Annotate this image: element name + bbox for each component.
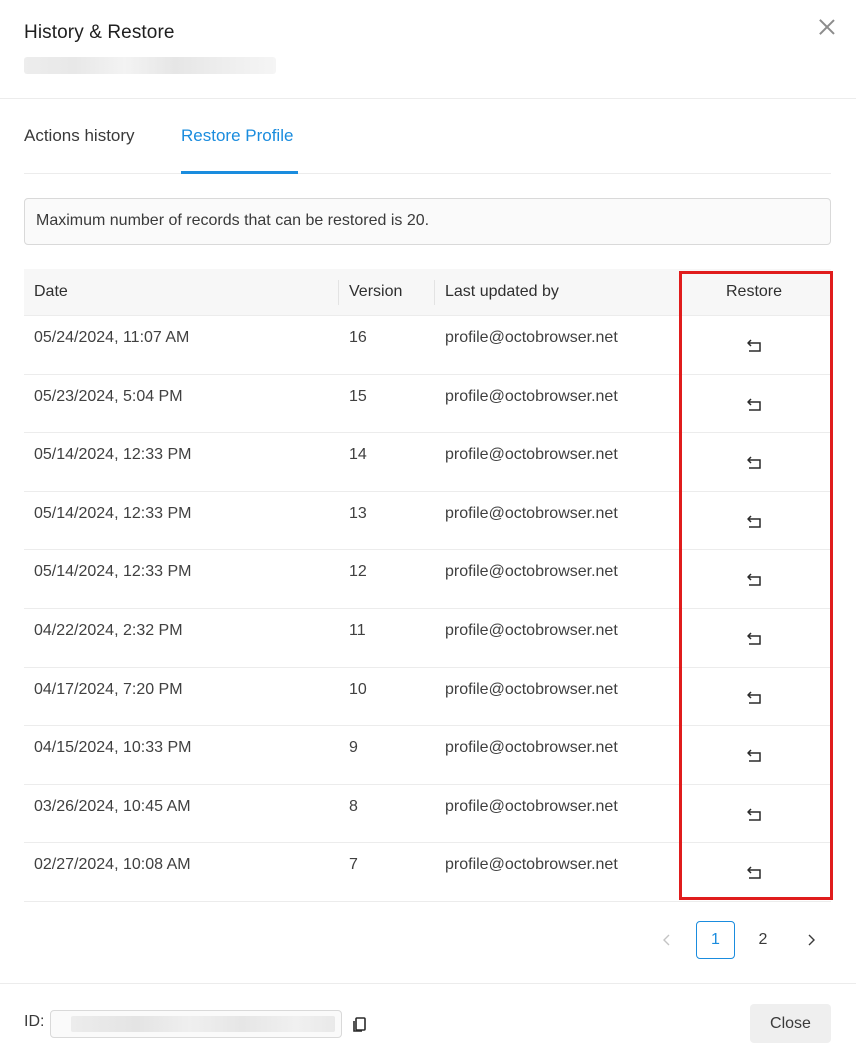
- restore-button[interactable]: [742, 802, 768, 828]
- row-version: 14: [349, 446, 367, 464]
- table-row: 05/14/2024, 12:33 PM 13 profile@octobrowse…: [24, 492, 831, 551]
- row-updated-by: profile@octobrowser.net: [445, 621, 618, 639]
- dialog-title: History & Restore: [24, 22, 175, 43]
- row-date: 03/26/2024, 10:45 AM: [34, 797, 191, 815]
- restore-button[interactable]: [742, 626, 768, 652]
- row-version: 13: [349, 504, 367, 522]
- copy-icon[interactable]: [350, 1014, 370, 1034]
- row-updated-by: profile@octobrowser.net: [445, 856, 618, 874]
- table-row: 03/26/2024, 10:45 AM 8 profile@octobrowser…: [24, 785, 831, 844]
- close-button[interactable]: Close: [750, 1004, 831, 1043]
- row-date: 04/17/2024, 7:20 PM: [34, 680, 183, 698]
- active-tab-indicator: [181, 171, 298, 174]
- next-page-button[interactable]: [796, 921, 826, 959]
- row-updated-by: profile@octobrowser.net: [445, 797, 618, 815]
- restore-icon: [747, 749, 761, 762]
- row-date: 05/14/2024, 12:33 PM: [34, 446, 192, 464]
- table-row: 05/24/2024, 11:07 AM 16 profile@octobrowse…: [24, 316, 831, 375]
- row-updated-by: profile@octobrowser.net: [445, 563, 618, 581]
- id-label: ID:: [24, 1013, 45, 1030]
- restore-button[interactable]: [742, 333, 768, 359]
- prev-page-button[interactable]: [652, 921, 682, 959]
- row-version: 11: [349, 621, 366, 639]
- restore-icon: [747, 456, 761, 469]
- restore-button[interactable]: [742, 685, 768, 711]
- tab-bar: Actions history Restore Profile: [24, 100, 831, 174]
- header-restore: Restore: [725, 283, 783, 300]
- table-row: 02/27/2024, 10:08 AM 7 profile@octobrowser…: [24, 843, 831, 902]
- restore-icon: [747, 398, 761, 411]
- table-body: 05/24/2024, 11:07 AM 16 profile@octobrowse…: [24, 316, 831, 902]
- restore-button[interactable]: [742, 392, 768, 418]
- row-updated-by: profile@octobrowser.net: [445, 446, 618, 464]
- row-version: 15: [349, 387, 367, 405]
- info-notice: Maximum number of records that can be re…: [24, 198, 831, 245]
- profile-id-redacted: [71, 1016, 335, 1032]
- column-divider: [338, 280, 339, 305]
- row-date: 02/27/2024, 10:08 AM: [34, 856, 191, 874]
- table-header: Date Version Last updated by Restore: [24, 269, 831, 316]
- header-date: Date: [34, 283, 68, 300]
- row-version: 16: [349, 329, 367, 346]
- dialog-header: History & Restore: [0, 0, 856, 99]
- column-divider: [434, 280, 435, 305]
- page-1-button[interactable]: 1: [696, 921, 735, 959]
- restore-icon: [747, 573, 761, 587]
- row-version: 9: [349, 739, 358, 757]
- row-date: 05/24/2024, 11:07 AM: [34, 329, 190, 346]
- row-updated-by: profile@octobrowser.net: [445, 739, 618, 757]
- restore-icon: [747, 632, 761, 645]
- row-updated-by: profile@octobrowser.net: [445, 387, 618, 405]
- restore-icon: [747, 691, 761, 704]
- table-row: 05/14/2024, 12:33 PM 12 profile@octobrowse…: [24, 550, 831, 609]
- restore-button[interactable]: [742, 860, 768, 886]
- page-2-button[interactable]: 2: [748, 921, 778, 959]
- restore-button[interactable]: [742, 567, 768, 593]
- row-date: 04/22/2024, 2:32 PM: [34, 621, 183, 639]
- row-updated-by: profile@octobrowser.net: [445, 504, 618, 522]
- row-date: 05/14/2024, 12:33 PM: [34, 563, 192, 581]
- header-version: Version: [349, 283, 403, 300]
- close-icon[interactable]: [816, 16, 838, 38]
- dialog-footer: ID: Close: [0, 983, 856, 1058]
- restore-icon: [747, 339, 761, 352]
- restore-icon: [747, 866, 761, 880]
- row-updated-by: profile@octobrowser.net: [445, 329, 618, 346]
- table-row: 04/17/2024, 7:20 PM 10 profile@octobrowser…: [24, 668, 831, 727]
- table-row: 04/15/2024, 10:33 PM 9 profile@octobrowser…: [24, 726, 831, 785]
- chevron-left-icon: [663, 934, 670, 946]
- chevron-right-icon: [808, 934, 815, 946]
- restore-button[interactable]: [742, 509, 768, 535]
- restore-table: Date Version Last updated by Restore 05/…: [24, 269, 831, 902]
- row-updated-by: profile@octobrowser.net: [445, 680, 618, 698]
- row-version: 10: [349, 680, 367, 698]
- row-date: 04/15/2024, 10:33 PM: [34, 739, 192, 757]
- row-date: 05/23/2024, 5:04 PM: [34, 387, 183, 405]
- table-row: 05/23/2024, 5:04 PM 15 profile@octobrowser…: [24, 375, 831, 434]
- restore-icon: [747, 808, 761, 821]
- row-version: 12: [349, 563, 367, 581]
- restore-button[interactable]: [742, 450, 768, 476]
- tab-restore-profile[interactable]: Restore Profile: [181, 126, 293, 146]
- header-updated-by: Last updated by: [445, 283, 559, 300]
- row-version: 8: [349, 797, 358, 815]
- restore-button[interactable]: [742, 743, 768, 769]
- profile-name-redacted: [24, 57, 276, 74]
- profile-id-field[interactable]: [50, 1010, 342, 1038]
- tab-actions-history[interactable]: Actions history: [24, 126, 135, 146]
- restore-icon: [747, 515, 761, 528]
- table-row: 04/22/2024, 2:32 PM 11 profile@octobrowser…: [24, 609, 831, 668]
- row-version: 7: [349, 856, 358, 874]
- history-restore-dialog: History & Restore Actions history Restor…: [0, 0, 856, 1058]
- row-date: 05/14/2024, 12:33 PM: [34, 504, 192, 522]
- table-row: 05/14/2024, 12:33 PM 14 profile@octobrowse…: [24, 433, 831, 492]
